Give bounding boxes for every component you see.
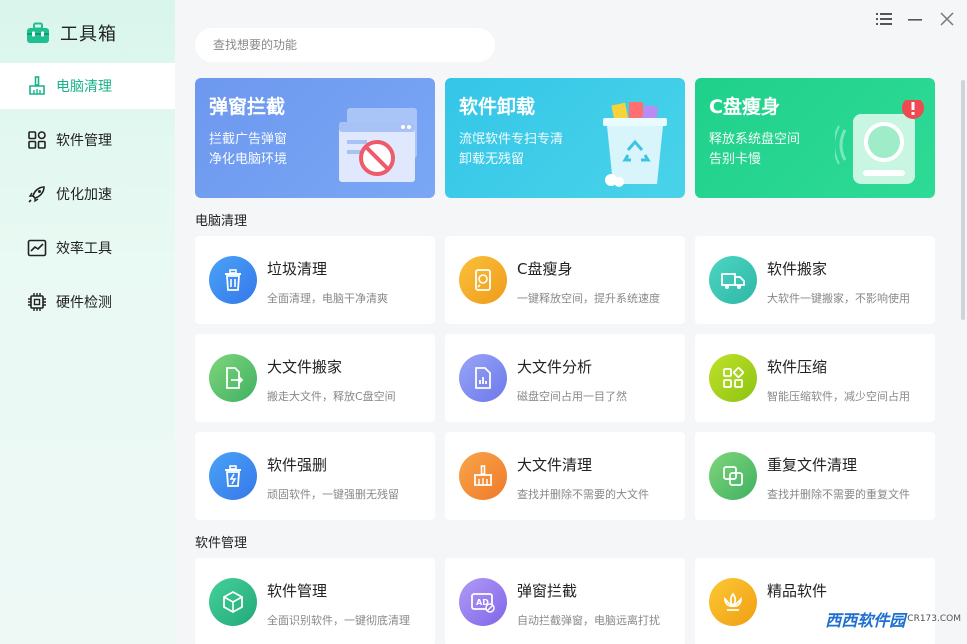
card-desc: 自动拦截弹窗，电脑远离打扰 xyxy=(517,614,660,627)
scrollbar[interactable] xyxy=(961,80,965,320)
watermark-sub: CR173.COM xyxy=(907,614,961,624)
sidebar-item-label: 优化加速 xyxy=(56,187,112,203)
card-software-move[interactable]: 软件搬家 大软件一键搬家，不影响使用 xyxy=(695,236,935,324)
card-desc: 全面清理，电脑干净清爽 xyxy=(267,292,388,305)
card-junk-clean[interactable]: 垃圾清理 全面清理，电脑干净清爽 xyxy=(195,236,435,324)
banner-title: 弹窗拦截 xyxy=(209,96,286,118)
disk-icon xyxy=(459,256,507,304)
banner-line: 卸载无残留 xyxy=(459,152,525,167)
banner-line: 净化电脑环境 xyxy=(209,152,288,167)
card-title: 软件压缩 xyxy=(767,358,828,376)
toolbox-icon xyxy=(27,22,49,43)
duplicate-icon xyxy=(709,452,757,500)
banner-title: C盘瘦身 xyxy=(709,96,780,118)
card-title: 弹窗拦截 xyxy=(517,582,578,600)
sidebar-item-label: 电脑清理 xyxy=(56,79,112,95)
banner-line: 流氓软件专扫专清 xyxy=(459,132,564,147)
card-desc: 磁盘空间占用一目了然 xyxy=(517,390,627,403)
sidebar-item-optimize[interactable]: 优化加速 xyxy=(0,171,175,217)
main-content: 弹窗拦截 拦截广告弹窗 净化电脑环境 软件卸载 流氓软件专扫专清 卸载无残留 C… xyxy=(175,0,967,644)
rocket-icon xyxy=(26,183,48,205)
card-title: 大文件搬家 xyxy=(267,358,343,376)
banner-popup-block[interactable]: 弹窗拦截 拦截广告弹窗 净化电脑环境 xyxy=(195,78,435,198)
trash-icon xyxy=(209,256,257,304)
card-title: 软件强删 xyxy=(267,456,328,474)
section-title: 电脑清理 xyxy=(195,214,248,229)
minimize-icon xyxy=(908,19,922,21)
sidebar-item-efficiency[interactable]: 效率工具 xyxy=(0,225,175,271)
compress-grid-icon xyxy=(709,354,757,402)
card-desc: 智能压缩软件，减少空间占用 xyxy=(767,390,910,403)
card-force-delete[interactable]: 软件强删 顽固软件，一键强删无残留 xyxy=(195,432,435,520)
ad-block-icon: AD xyxy=(459,578,507,626)
sidebar: 工具箱 电脑清理 软件管理 优化加速 效率工具 硬件检测 xyxy=(0,0,175,644)
watermark: 西西软件园 CR173.COM xyxy=(825,600,961,638)
card-desc: 大软件一键搬家，不影响使用 xyxy=(767,292,910,305)
card-duplicate-clean[interactable]: 重复文件清理 查找并删除不需要的重复文件 xyxy=(695,432,935,520)
minimize-button[interactable] xyxy=(904,8,926,30)
card-title: C盘瘦身 xyxy=(517,260,573,278)
card-title: 垃圾清理 xyxy=(267,260,328,278)
sidebar-item-hardware[interactable]: 硬件检测 xyxy=(0,279,175,325)
banner-line: 拦截广告弹窗 xyxy=(209,132,288,147)
sidebar-item-label: 效率工具 xyxy=(56,241,112,257)
card-title: 大文件清理 xyxy=(517,456,593,474)
menu-button[interactable] xyxy=(873,8,895,30)
broom-icon xyxy=(459,452,507,500)
card-big-file-move[interactable]: 大文件搬家 搬走大文件，释放C盘空间 xyxy=(195,334,435,422)
app-title: 工具箱 xyxy=(60,24,117,45)
card-title: 软件管理 xyxy=(267,582,328,600)
card-desc: 顽固软件，一键强删无残留 xyxy=(267,488,399,501)
chart-trend-icon xyxy=(26,237,48,259)
chip-icon xyxy=(26,291,48,313)
watermark-text: 西西软件园 xyxy=(825,611,906,630)
sidebar-item-software[interactable]: 软件管理 xyxy=(0,117,175,163)
banner-uninstall[interactable]: 软件卸载 流氓软件专扫专清 卸载无残留 xyxy=(445,78,685,198)
force-delete-icon xyxy=(209,452,257,500)
broom-icon xyxy=(26,75,48,97)
file-export-icon xyxy=(209,354,257,402)
card-title: 大文件分析 xyxy=(517,358,593,376)
sidebar-item-label: 硬件检测 xyxy=(56,295,112,311)
card-c-drive-slim[interactable]: C盘瘦身 一键释放空间，提升系统速度 xyxy=(445,236,685,324)
apps-grid-icon xyxy=(26,129,48,151)
sidebar-item-pc-clean[interactable]: 电脑清理 xyxy=(0,63,175,109)
banner-title: 软件卸载 xyxy=(459,96,536,118)
banner-line: 告别卡慢 xyxy=(709,152,762,167)
banner-line: 释放系统盘空间 xyxy=(709,132,801,147)
cube-icon xyxy=(209,578,257,626)
truck-icon xyxy=(709,256,757,304)
close-button[interactable] xyxy=(936,8,958,30)
card-desc: 查找并删除不需要的大文件 xyxy=(517,488,649,501)
banner-c-drive-slim[interactable]: C盘瘦身 释放系统盘空间 告别卡慢 xyxy=(695,78,935,198)
card-desc: 全面识别软件，一键彻底清理 xyxy=(267,614,410,627)
card-desc: 查找并删除不需要的重复文件 xyxy=(767,488,910,501)
card-title: 精品软件 xyxy=(767,582,828,600)
menu-icon xyxy=(876,13,892,25)
popup-block-illustration xyxy=(339,108,417,182)
card-software-compress[interactable]: 软件压缩 智能压缩软件，减少空间占用 xyxy=(695,334,935,422)
card-big-file-analysis[interactable]: 大文件分析 磁盘空间占用一目了然 xyxy=(445,334,685,422)
card-title: 软件搬家 xyxy=(767,260,828,278)
recycle-bin-illustration xyxy=(603,102,667,187)
disk-alert-illustration xyxy=(835,100,924,184)
section-title: 软件管理 xyxy=(195,536,248,551)
card-desc: 一键释放空间，提升系统速度 xyxy=(517,292,660,305)
card-software-manage[interactable]: 软件管理 全面识别软件，一键彻底清理 xyxy=(195,558,435,644)
search-input[interactable] xyxy=(195,28,495,62)
card-desc: 搬走大文件，释放C盘空间 xyxy=(267,390,396,403)
sidebar-item-label: 软件管理 xyxy=(56,133,112,149)
close-icon xyxy=(940,12,954,26)
card-popup-block[interactable]: AD 弹窗拦截 自动拦截弹窗，电脑远离打扰 xyxy=(445,558,685,644)
card-big-file-clean[interactable]: 大文件清理 查找并删除不需要的大文件 xyxy=(445,432,685,520)
app-brand: 工具箱 xyxy=(26,20,117,46)
card-title: 重复文件清理 xyxy=(767,456,858,474)
file-chart-icon xyxy=(459,354,507,402)
lotus-icon xyxy=(709,578,757,626)
